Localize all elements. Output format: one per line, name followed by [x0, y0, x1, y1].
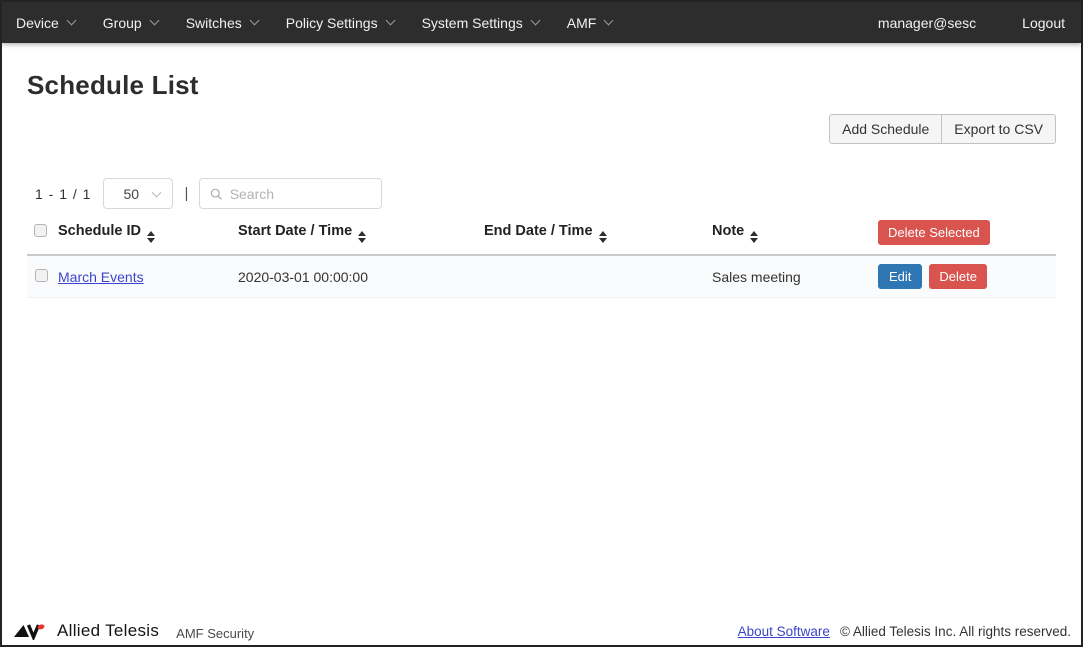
- sort-icon[interactable]: [147, 231, 155, 243]
- copyright-text: © Allied Telesis Inc. All rights reserve…: [840, 624, 1071, 639]
- row-actions: Edit Delete: [878, 264, 1056, 289]
- chevron-down-icon: [152, 188, 162, 198]
- chevron-down-icon: [530, 16, 540, 26]
- column-label: End Date / Time: [484, 223, 593, 239]
- brand: Allied Telesis AMF Security: [14, 621, 254, 641]
- page-size-value: 50: [123, 186, 139, 202]
- end-date-cell: [484, 255, 712, 298]
- nav-item-label: AMF: [567, 15, 597, 31]
- nav-item-label: System Settings: [422, 15, 523, 31]
- nav-item-switches[interactable]: Switches: [186, 15, 258, 31]
- row-checkbox[interactable]: [35, 269, 48, 282]
- main-content: Schedule List Add Schedule Export to CSV…: [2, 70, 1081, 298]
- toolbar-button-group: Add Schedule Export to CSV: [829, 114, 1056, 144]
- schedule-id-link[interactable]: March Events: [58, 269, 144, 285]
- search-icon: [210, 187, 222, 201]
- column-label: Schedule ID: [58, 223, 141, 239]
- note-cell: Sales meeting: [712, 255, 878, 298]
- brand-name: Allied Telesis: [57, 621, 159, 641]
- sort-icon[interactable]: [358, 231, 366, 243]
- nav-item-group[interactable]: Group: [103, 15, 158, 31]
- column-header-schedule-id[interactable]: Schedule ID: [58, 216, 238, 255]
- nav-item-label: Group: [103, 15, 142, 31]
- sort-icon[interactable]: [750, 231, 758, 243]
- allied-telesis-logo-icon: [14, 623, 50, 640]
- column-header-end-date[interactable]: End Date / Time: [484, 216, 712, 255]
- delete-selected-button[interactable]: Delete Selected: [878, 220, 990, 245]
- sort-icon[interactable]: [599, 231, 607, 243]
- chevron-down-icon: [149, 16, 159, 26]
- search-box: [199, 178, 382, 209]
- add-schedule-button[interactable]: Add Schedule: [829, 114, 942, 144]
- select-all-checkbox[interactable]: [34, 224, 47, 237]
- page-title: Schedule List: [27, 70, 1056, 101]
- footer-right: About Software © Allied Telesis Inc. All…: [738, 624, 1071, 639]
- logout-button[interactable]: Logout: [1022, 15, 1065, 31]
- nav-menu: Device Group Switches Policy Settings Sy…: [16, 15, 612, 31]
- search-input[interactable]: [230, 186, 372, 202]
- chevron-down-icon: [249, 16, 259, 26]
- page-size-select[interactable]: 50: [103, 178, 173, 209]
- nav-right: manager@sesc Logout: [878, 15, 1065, 31]
- nav-item-device[interactable]: Device: [16, 15, 75, 31]
- chevron-down-icon: [604, 16, 614, 26]
- nav-item-label: Policy Settings: [286, 15, 378, 31]
- list-controls: 1 - 1 / 1 50 |: [27, 178, 1056, 209]
- edit-button[interactable]: Edit: [878, 264, 922, 289]
- controls-divider: |: [184, 185, 188, 202]
- table-header-row: Schedule ID Start Date / Time End Date /…: [27, 216, 1056, 255]
- column-label: Start Date / Time: [238, 223, 352, 239]
- product-name: AMF Security: [176, 626, 254, 641]
- top-navbar: Device Group Switches Policy Settings Sy…: [2, 2, 1081, 43]
- column-label: Note: [712, 223, 744, 239]
- chevron-down-icon: [385, 16, 395, 26]
- chevron-down-icon: [66, 16, 76, 26]
- toolbar: Add Schedule Export to CSV: [27, 114, 1056, 144]
- column-header-note[interactable]: Note: [712, 216, 878, 255]
- nav-item-label: Device: [16, 15, 59, 31]
- logged-in-user: manager@sesc: [878, 15, 976, 31]
- nav-item-policy-settings[interactable]: Policy Settings: [286, 15, 394, 31]
- export-csv-button[interactable]: Export to CSV: [941, 114, 1056, 144]
- footer: Allied Telesis AMF Security About Softwa…: [14, 621, 1071, 641]
- schedule-table: Schedule ID Start Date / Time End Date /…: [27, 216, 1056, 298]
- about-software-link[interactable]: About Software: [738, 624, 830, 639]
- start-date-cell: 2020-03-01 00:00:00: [238, 255, 484, 298]
- pagination-range: 1 - 1 / 1: [35, 186, 91, 202]
- column-header-start-date[interactable]: Start Date / Time: [238, 216, 484, 255]
- table-row: March Events 2020-03-01 00:00:00 Sales m…: [27, 255, 1056, 298]
- nav-item-system-settings[interactable]: System Settings: [422, 15, 539, 31]
- delete-button[interactable]: Delete: [929, 264, 987, 289]
- app-window: Device Group Switches Policy Settings Sy…: [0, 0, 1083, 647]
- nav-item-amf[interactable]: AMF: [567, 15, 613, 31]
- nav-item-label: Switches: [186, 15, 242, 31]
